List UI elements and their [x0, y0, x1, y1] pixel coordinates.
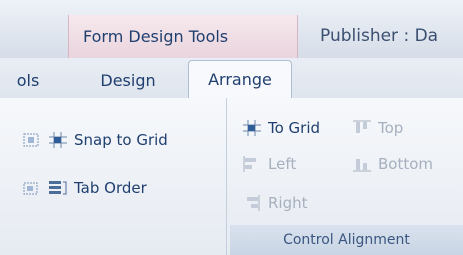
control-alignment-group-label: Control Alignment: [230, 225, 463, 255]
align-left-label: Left: [268, 155, 297, 173]
align-top-button[interactable]: Top: [352, 119, 403, 137]
align-to-grid-icon: [242, 119, 262, 137]
tab-order-icon: [48, 179, 68, 197]
tab-arrange-label: Arrange: [208, 70, 272, 89]
align-right-label: Right: [268, 194, 308, 212]
snap-to-grid-label: Snap to Grid: [74, 131, 168, 149]
align-left-button[interactable]: Left: [242, 155, 296, 173]
to-grid-button[interactable]: To Grid: [242, 119, 320, 137]
contextual-tab-label: Form Design Tools: [83, 27, 229, 46]
snap-to-grid-icon: [48, 131, 68, 149]
align-top-label: Top: [378, 119, 404, 137]
tab-arrange[interactable]: Arrange: [188, 60, 292, 98]
align-bottom-button[interactable]: Bottom: [352, 155, 433, 173]
align-bottom-label: Bottom: [378, 155, 434, 173]
control-alignment-group: To Grid Top Left Bottom Right Control Al…: [230, 98, 463, 255]
tab-tools-label: ols: [16, 70, 40, 90]
tab-tools[interactable]: ols: [0, 62, 56, 98]
snap-icon: [22, 131, 42, 149]
tab-design[interactable]: Design: [78, 62, 178, 98]
snap-to-grid-button[interactable]: Snap to Grid: [22, 131, 168, 149]
align-top-icon: [352, 119, 372, 137]
to-grid-label: To Grid: [268, 119, 321, 137]
tab-design-label: Design: [100, 70, 156, 90]
size-to-grid-icon: [22, 179, 42, 197]
align-bottom-icon: [352, 155, 372, 173]
align-left-icon: [242, 155, 262, 173]
align-right-icon: [242, 194, 262, 212]
tab-order-label: Tab Order: [74, 179, 147, 197]
tab-order-button[interactable]: Tab Order: [22, 179, 147, 197]
form-design-tools-contextual-tab: Form Design Tools: [68, 15, 298, 58]
window-title: Publisher : Da: [320, 26, 439, 46]
align-right-button[interactable]: Right: [242, 194, 308, 212]
layout-group: Snap to Grid Tab Order: [0, 98, 227, 255]
